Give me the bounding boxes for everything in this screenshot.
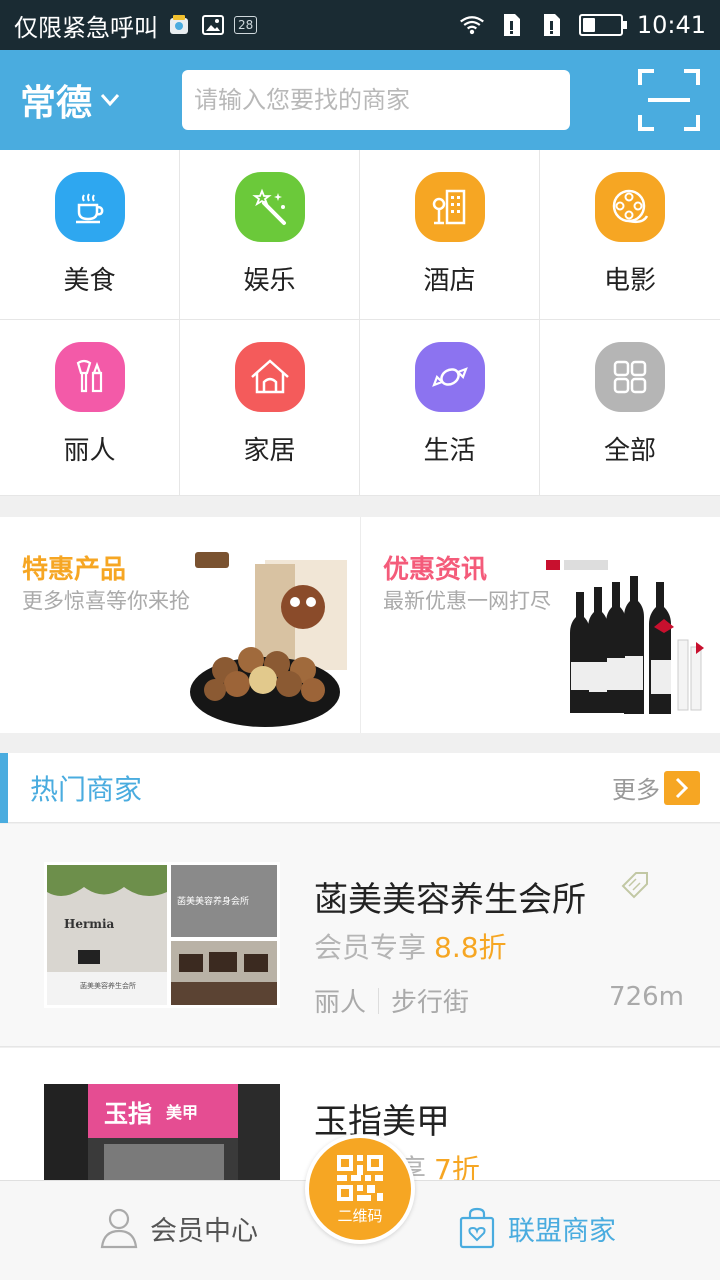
film-reel-icon — [595, 172, 665, 242]
nav-alliance-merchants[interactable]: 联盟商家 — [458, 1207, 616, 1249]
city-selector[interactable]: 常德 — [20, 74, 120, 126]
section-accent-bar — [0, 752, 8, 823]
coupon-tag-icon — [621, 872, 648, 899]
discount-value: 8.8折 — [434, 931, 507, 964]
search-input[interactable] — [182, 70, 571, 130]
category-all[interactable]: 全部 — [540, 320, 720, 496]
category-label: 全部 — [603, 436, 656, 466]
promo-special-products[interactable]: 特惠产品 更多惊喜等你来抢 — [0, 517, 360, 733]
coffee-cup-icon — [54, 172, 125, 242]
wifi-icon — [459, 12, 485, 38]
category-label: 家居 — [243, 436, 296, 466]
category-label: 酒店 — [423, 266, 476, 296]
image-icon — [200, 12, 226, 38]
category-grid: 美食 娱乐 酒店 电影 丽人 家居 生活 全部 — [0, 150, 720, 496]
qr-label: 二维码 — [337, 1206, 383, 1225]
category-life[interactable]: 生活 — [360, 320, 540, 496]
scan-icon[interactable] — [638, 69, 700, 131]
city-label: 常德 — [20, 83, 93, 124]
merchant-name: 菡美美容养生会所 — [314, 880, 586, 920]
member-label: 会员专享 — [314, 931, 427, 964]
category-food[interactable]: 美食 — [0, 150, 180, 320]
merchant-meta: 丽人 步行街 — [314, 982, 469, 1019]
category-label: 娱乐 — [243, 266, 296, 296]
notification-badge: 28 — [234, 16, 258, 34]
merchant-category: 丽人 — [314, 988, 367, 1018]
user-icon — [100, 1208, 138, 1249]
more-button[interactable]: 更多 — [612, 770, 700, 805]
hotel-building-icon — [414, 172, 485, 242]
qr-code-icon — [337, 1154, 383, 1201]
category-hotel[interactable]: 酒店 — [360, 150, 540, 320]
category-label: 生活 — [423, 436, 476, 466]
more-label: 更多 — [612, 776, 660, 804]
divider — [378, 987, 380, 1014]
section-title: 热门商家 — [30, 772, 143, 806]
wine-product-image — [546, 560, 704, 714]
makeup-icon — [54, 342, 125, 412]
sim-alert-icon — [499, 12, 525, 38]
category-label: 美食 — [63, 266, 116, 296]
promo-banners: 特惠产品 更多惊喜等你来抢 优惠资讯 最新优惠一网打尽 — [0, 517, 720, 733]
chevron-right-icon — [664, 770, 700, 805]
category-beauty[interactable]: 丽人 — [0, 320, 180, 496]
battery-level — [582, 18, 595, 32]
category-movie[interactable]: 电影 — [540, 150, 720, 320]
clock: 10:41 — [636, 11, 706, 39]
merchant-area: 步行街 — [391, 988, 470, 1018]
category-entertainment[interactable]: 娱乐 — [180, 150, 360, 320]
promo-deal-news[interactable]: 优惠资讯 最新优惠一网打尽 — [360, 517, 720, 733]
photo-sign-text: Hermia — [64, 917, 115, 931]
app-store-icon — [166, 12, 192, 38]
magic-wand-icon — [234, 172, 305, 242]
photo-caption-text: 菡美美容养身会所 — [177, 895, 249, 907]
merchant-card[interactable]: Hermia 菡美美容养生会所 菡美美容养身会所 菡美美容养生会所 会员专享 8.… — [0, 824, 720, 1047]
photo-desk-text: 菡美美容养生会所 — [80, 981, 136, 990]
nav-label: 会员中心 — [150, 1215, 258, 1247]
nuts-product-image — [190, 552, 347, 727]
status-bar: 仅限紧急呼叫 28 10:41 — [0, 0, 720, 50]
grid-icon — [595, 342, 665, 412]
photo-sign-text: 玉指 — [104, 1099, 152, 1128]
chevron-down-icon — [100, 94, 120, 107]
member-offer: 会员专享 8.8折 — [314, 926, 507, 966]
hot-merchants-header: 热门商家 更多 — [0, 752, 720, 823]
nav-member-center[interactable]: 会员中心 — [100, 1207, 258, 1249]
candy-icon — [414, 342, 485, 412]
battery-icon — [578, 14, 627, 36]
promo-subtitle: 最新优惠一网打尽 — [383, 589, 551, 613]
merchant-photo: 玉指 美甲 — [44, 1084, 280, 1180]
top-header: 常德 — [0, 50, 720, 150]
promo-title: 特惠产品 — [22, 555, 127, 585]
promo-subtitle: 更多惊喜等你来抢 — [22, 589, 190, 613]
promo-title: 优惠资讯 — [383, 555, 488, 585]
category-home[interactable]: 家居 — [180, 320, 360, 496]
house-icon — [234, 342, 305, 412]
qr-code-button[interactable]: 二维码 — [305, 1134, 415, 1244]
merchant-name: 玉指美甲 — [314, 1102, 450, 1142]
shopping-bag-icon — [459, 1207, 495, 1249]
sim-alert-icon — [539, 12, 565, 38]
category-label: 丽人 — [63, 436, 116, 466]
category-label: 电影 — [603, 266, 656, 296]
nav-label: 联盟商家 — [508, 1215, 616, 1247]
carrier-text: 仅限紧急呼叫 — [14, 13, 158, 42]
merchant-distance: 726m — [609, 982, 684, 1012]
photo-sign-text: 美甲 — [166, 1103, 198, 1122]
merchant-photo: Hermia 菡美美容养生会所 菡美美容养身会所 — [44, 862, 280, 1008]
